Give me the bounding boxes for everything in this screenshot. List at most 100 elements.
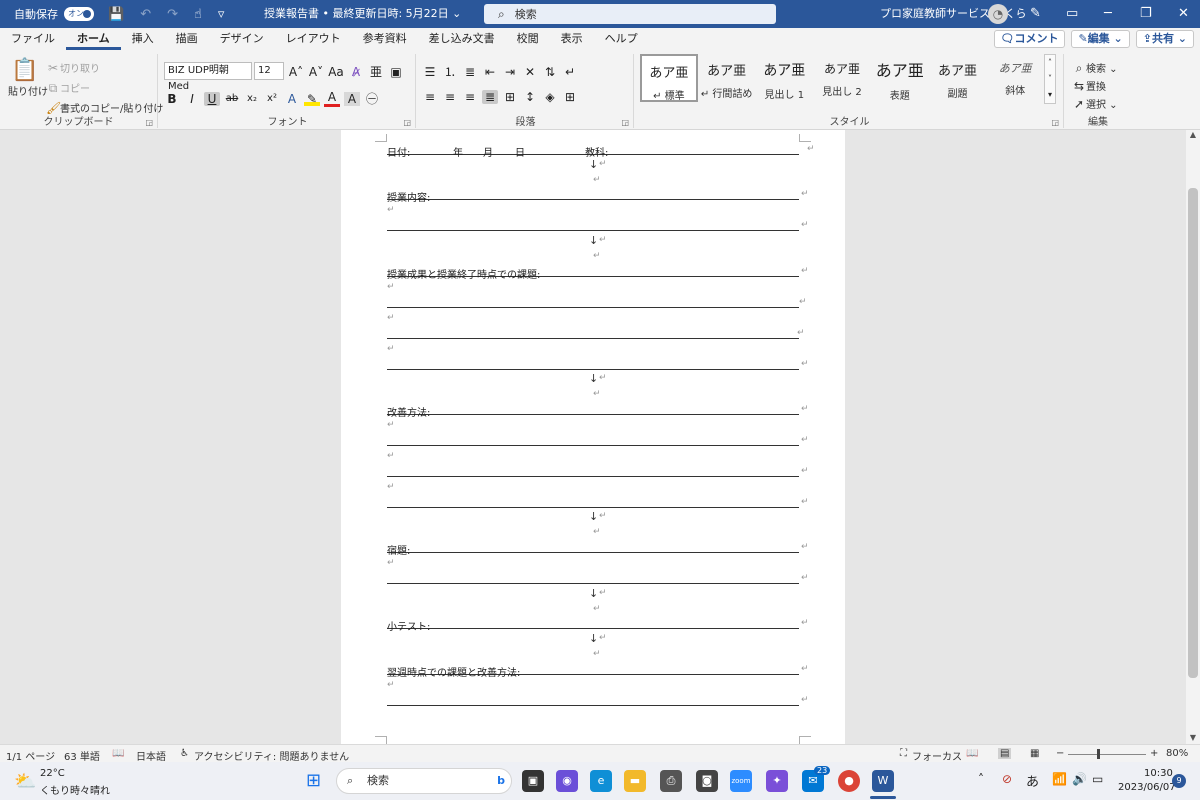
align-center-icon[interactable]: ≡	[442, 90, 458, 104]
numbering-icon[interactable]: ⒈	[442, 63, 458, 80]
printer-icon[interactable]: ⎙	[660, 770, 682, 792]
results-line-3[interactable]	[387, 327, 799, 339]
print-layout-icon[interactable]: ▤	[998, 748, 1012, 759]
styles-gallery-scroll[interactable]: ˄ ˅ ▾	[1044, 54, 1056, 104]
taskbar-search[interactable]: ⌕ 検索 b	[336, 768, 512, 794]
read-mode-icon[interactable]: 📖	[966, 748, 978, 759]
zoom-in-icon[interactable]: +	[1150, 748, 1158, 759]
italic-icon[interactable]: I	[184, 92, 200, 106]
select-button[interactable]: ➚ 選択 ⌄	[1072, 96, 1118, 111]
char-border-icon[interactable]: ▣	[388, 65, 404, 79]
word-count[interactable]: 63 単語	[64, 748, 100, 763]
paragraph-expander-icon[interactable]: ◲	[621, 118, 629, 127]
zoom-app-icon[interactable]: zoom	[730, 770, 752, 792]
web-layout-icon[interactable]: ▦	[1030, 748, 1039, 759]
justify-icon[interactable]: ≣	[482, 90, 498, 104]
tab-references[interactable]: 参考資料	[352, 28, 418, 50]
font-color-icon[interactable]: A	[324, 90, 340, 107]
increase-indent-icon[interactable]: ⇥	[502, 65, 518, 79]
align-left-icon[interactable]: ≡	[422, 90, 438, 104]
clock-time[interactable]: 10:30	[1144, 768, 1173, 779]
vertical-scrollbar[interactable]: ▲ ▼	[1186, 130, 1200, 744]
quiz-line[interactable]	[387, 617, 799, 629]
cut-button[interactable]: ✂ 切り取り	[46, 60, 100, 75]
zoom-out-icon[interactable]: −	[1056, 748, 1064, 759]
style-title[interactable]: あア亜 表題	[871, 54, 929, 102]
scrollbar-thumb[interactable]	[1188, 188, 1198, 678]
security-icon[interactable]: ⊘	[1002, 772, 1012, 786]
save-icon[interactable]: 💾	[108, 7, 124, 22]
tab-layout[interactable]: レイアウト	[275, 28, 352, 50]
zoom-slider-thumb[interactable]	[1097, 749, 1100, 759]
ribbon-display-icon[interactable]: ▭	[1066, 0, 1078, 28]
lesson-content-line-2[interactable]	[387, 219, 799, 231]
enclose-char-icon[interactable]: ㊀	[364, 90, 380, 107]
homework-line[interactable]	[387, 541, 799, 553]
task-view-icon[interactable]: ▣	[522, 770, 544, 792]
distributed-icon[interactable]: ⊞	[502, 90, 518, 104]
maximize-icon[interactable]: ❐	[1140, 0, 1152, 28]
tab-help[interactable]: ヘルプ	[594, 28, 649, 50]
autosave-toggle[interactable]: オン	[64, 7, 94, 21]
tab-home[interactable]: ホーム	[66, 28, 121, 50]
copilot-icon[interactable]: ✦	[766, 770, 788, 792]
share-button[interactable]: ⇪共有 ⌄	[1135, 30, 1194, 48]
notification-badge[interactable]: 9	[1172, 774, 1186, 788]
find-button[interactable]: ⌕ 検索 ⌄	[1072, 60, 1118, 76]
edge-icon[interactable]: e	[590, 770, 612, 792]
tab-design[interactable]: デザイン	[209, 28, 275, 50]
improve-line-2[interactable]	[387, 434, 799, 446]
undo-icon[interactable]: ↶	[140, 7, 151, 22]
results-line-4[interactable]	[387, 358, 799, 370]
style-normal[interactable]: あア亜 ↵ 標準	[640, 54, 698, 102]
minimize-icon[interactable]: ─	[1104, 0, 1112, 28]
tab-review[interactable]: 校閲	[506, 28, 550, 50]
avatar[interactable]: ◔	[988, 4, 1008, 24]
tray-overflow-icon[interactable]: ˄	[978, 772, 984, 786]
font-expander-icon[interactable]: ◲	[403, 118, 411, 127]
asian-layout-icon[interactable]: ✕	[522, 65, 538, 79]
tab-view[interactable]: 表示	[550, 28, 594, 50]
zoom-slider[interactable]	[1068, 754, 1146, 755]
file-explorer-icon[interactable]: ▬	[624, 770, 646, 792]
bullets-icon[interactable]: ☰	[422, 65, 438, 79]
touch-mode-icon[interactable]: ☝	[194, 7, 202, 22]
paste-button[interactable]: 📋 貼り付け	[8, 58, 48, 98]
shrink-font-icon[interactable]: A˅	[308, 65, 324, 79]
style-emphasis[interactable]: あア亜 斜体	[986, 54, 1044, 102]
teams-icon[interactable]: ◉	[556, 770, 578, 792]
style-no-spacing[interactable]: あア亜 ↵ 行間詰め	[698, 54, 756, 102]
autosave[interactable]: 自動保存 オン	[14, 6, 94, 22]
highlight-icon[interactable]: ✎	[304, 91, 320, 106]
focus-mode[interactable]: フォーカス	[912, 748, 962, 763]
chrome-icon[interactable]: ●	[838, 770, 860, 792]
proofing-icon[interactable]: 📖	[112, 748, 124, 759]
superscript-icon[interactable]: x²	[264, 93, 280, 104]
char-shading-icon[interactable]: A	[344, 91, 360, 106]
customize-qat-icon[interactable]: ▿	[218, 7, 225, 22]
style-heading-2[interactable]: あア亜 見出し 2	[813, 54, 871, 102]
shading-icon[interactable]: ◈	[542, 90, 558, 104]
results-line-2[interactable]	[387, 296, 799, 308]
language-status[interactable]: 日本語	[136, 748, 166, 763]
multilevel-list-icon[interactable]: ≣	[462, 65, 478, 79]
next-week-line-2[interactable]	[387, 694, 799, 706]
camera-icon[interactable]: ◙	[696, 770, 718, 792]
style-subtitle[interactable]: あア亜 副題	[929, 54, 987, 102]
edit-mode-button[interactable]: ✎編集 ⌄	[1071, 30, 1130, 48]
font-size-select[interactable]: 12	[254, 62, 284, 80]
replace-button[interactable]: ⇆ 置換	[1072, 78, 1106, 93]
phonetic-icon[interactable]: 亜	[368, 63, 384, 80]
accessibility-status[interactable]: アクセシビリティ: 問題ありません	[194, 748, 349, 763]
clear-format-icon[interactable]: A̷	[348, 65, 364, 79]
underline-icon[interactable]: U	[204, 91, 220, 106]
lesson-content-line[interactable]	[387, 188, 799, 200]
document-page[interactable]: 日付: 年 月 日 教科: ↵ ↓ ↵ ↵ 授業内容: ↵ ↵ ↵ ↓ ↵ ↵ …	[341, 130, 845, 744]
word-icon[interactable]: W	[872, 770, 894, 792]
homework-line-2[interactable]	[387, 572, 799, 584]
align-right-icon[interactable]: ≡	[462, 90, 478, 104]
tab-mailings[interactable]: 差し込み文書	[418, 28, 506, 50]
weather-desc[interactable]: くもり時々晴れ	[40, 782, 110, 797]
clipboard-expander-icon[interactable]: ◲	[145, 118, 153, 127]
title-search-box[interactable]: ⌕ 検索	[484, 4, 776, 24]
